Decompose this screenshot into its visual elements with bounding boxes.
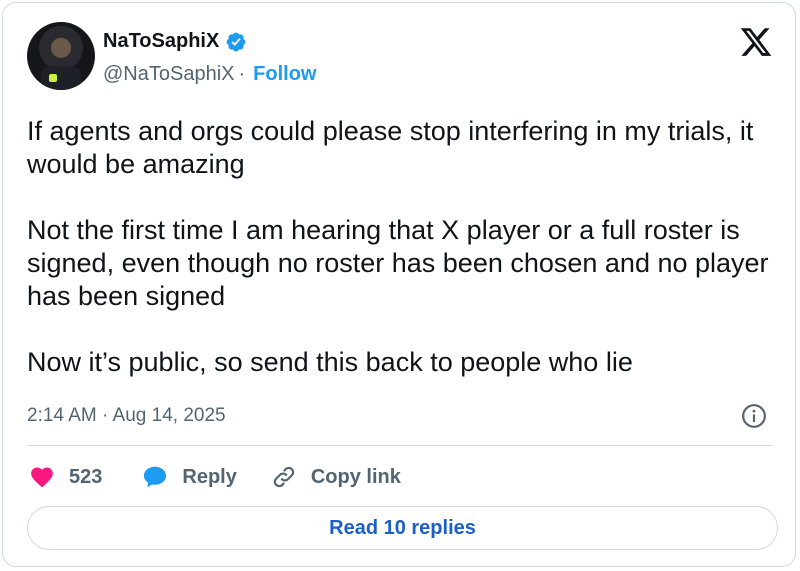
like-button[interactable]: 523 (29, 464, 102, 490)
avatar-accent (49, 74, 57, 82)
verified-badge-icon (226, 32, 246, 51)
author-name-row: NaToSaphiX (103, 30, 247, 53)
tweet-card: NaToSaphiX @NaToSaphiX · Follow If agent… (2, 2, 796, 567)
author-handle[interactable]: @NaToSaphiX (103, 63, 234, 86)
x-logo-icon[interactable] (739, 25, 773, 59)
handle-row: @NaToSaphiX · Follow (103, 63, 316, 86)
follow-button[interactable]: Follow (253, 63, 316, 86)
heart-icon (31, 467, 53, 488)
tweet-text: If agents and orgs could please stop int… (27, 116, 769, 377)
avatar[interactable] (27, 22, 95, 90)
copy-link-label: Copy link (310, 465, 401, 488)
tweet-timestamp[interactable]: 2:14 AM · Aug 14, 2025 (27, 405, 226, 427)
divider (27, 445, 773, 446)
separator: · (238, 63, 246, 85)
speech-bubble-icon (144, 466, 167, 488)
read-replies-label: Read 10 replies (329, 516, 476, 539)
reply-button[interactable]: Reply (142, 464, 237, 490)
reply-label: Reply (182, 465, 237, 488)
like-count: 523 (69, 465, 103, 488)
action-bar: 523 Reply Copy link (29, 461, 401, 493)
author-name[interactable]: NaToSaphiX (103, 30, 219, 53)
link-icon (273, 466, 294, 488)
copy-link-button[interactable]: Copy link (271, 464, 401, 490)
read-replies-button[interactable]: Read 10 replies (27, 506, 778, 550)
info-icon[interactable] (741, 403, 767, 429)
avatar-shirt (41, 66, 81, 90)
